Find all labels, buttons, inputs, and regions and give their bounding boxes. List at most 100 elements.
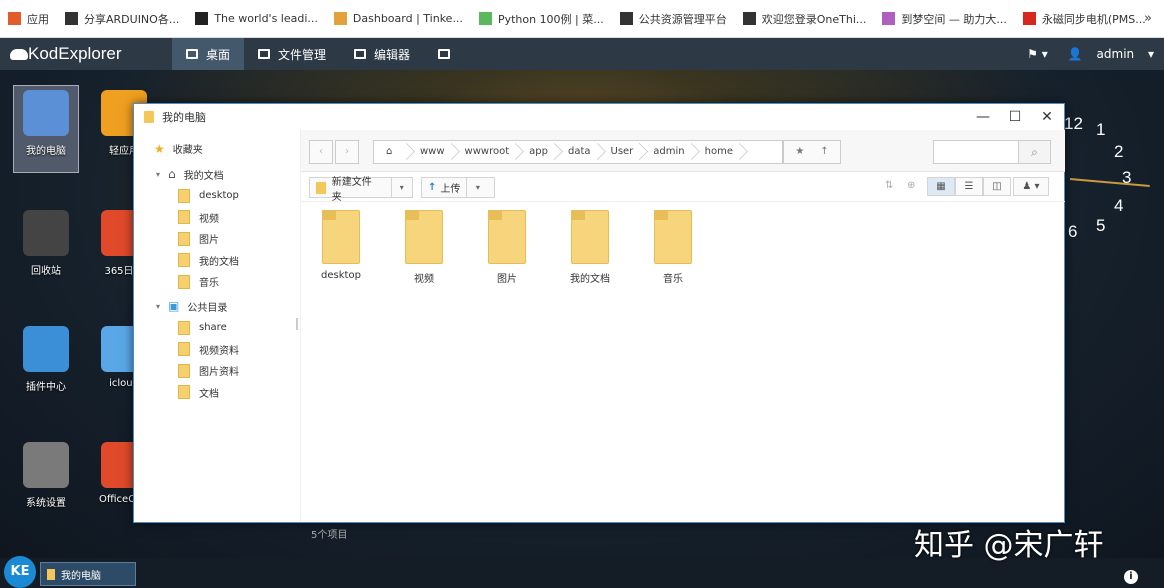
breadcrumb-item[interactable]: data [556, 141, 599, 163]
bookmark-item[interactable]: 永磁同步电机(PMS... [1022, 11, 1146, 27]
sidebar-item[interactable]: 音乐 [134, 271, 300, 293]
upload-button[interactable]: ↑ 上传 ▾ [421, 177, 495, 198]
back-button[interactable]: ‹ [309, 140, 333, 164]
chevron-down-icon[interactable]: ▾ [152, 302, 164, 311]
start-button[interactable]: KE [4, 556, 36, 588]
chevron-down-icon[interactable]: ▾ [466, 178, 488, 197]
breadcrumb-item[interactable]: wwwroot [453, 141, 518, 163]
address-bar: ‹ › ⌂ www wwwroot app data User admin home ★ ↑ … [301, 130, 1065, 172]
breadcrumb-item[interactable]: home [693, 141, 741, 163]
bookmark-label: 应用 [27, 12, 49, 26]
user-menu[interactable]: 👤 admin ▾ [1058, 47, 1164, 61]
bookmarks-overflow-button[interactable]: » [1144, 11, 1152, 26]
file-item[interactable]: 我的文档 [550, 210, 630, 285]
page-icon [742, 12, 756, 25]
search-box[interactable]: ⌕ [933, 140, 1051, 164]
sidebar-item[interactable]: 视频 [134, 207, 300, 229]
file-name: desktop [321, 270, 361, 281]
sidebar-item[interactable]: desktop [134, 185, 300, 207]
sidebar-item[interactable]: 图片 [134, 228, 300, 250]
sidebar-item[interactable]: share [134, 317, 300, 339]
folder-icon [654, 210, 692, 264]
sidebar-item[interactable]: 我的文档 [134, 250, 300, 272]
sidebar-item-label: 文档 [199, 388, 219, 400]
sort-icon[interactable]: ⇅ [885, 180, 893, 191]
breadcrumb-item[interactable]: app [517, 141, 556, 163]
file-item[interactable]: desktop [301, 210, 381, 281]
tab-file-manager[interactable]: 文件管理 [244, 38, 340, 70]
chevron-down-icon[interactable]: ▾ [390, 178, 412, 197]
desktop-icon-label: 我的电脑 [26, 146, 66, 157]
file-item[interactable]: 图片 [467, 210, 547, 285]
taskbar-item-my-computer[interactable]: 我的电脑 [40, 562, 136, 586]
desktop-icon[interactable]: 系统设置 [14, 438, 78, 524]
info-icon[interactable]: i [1124, 570, 1138, 584]
forward-button[interactable]: › [335, 140, 359, 164]
sidebar-item[interactable]: ▾ ⌂ 我的文档 [134, 164, 300, 186]
up-arrow-icon[interactable]: ↑ [820, 146, 828, 157]
chevron-down-icon[interactable]: ▾ [152, 170, 164, 179]
clock-number: 2 [1114, 142, 1124, 161]
maximize-button[interactable]: ☐ [1006, 108, 1024, 126]
github-icon [195, 12, 209, 25]
apps-grid-icon [8, 12, 21, 25]
sidebar-item[interactable]: ▾ ▣ 公共目录 [134, 296, 300, 318]
file-item[interactable]: 视频 [384, 210, 464, 285]
sidebar-item[interactable]: 图片资料 [134, 360, 300, 382]
minimize-button[interactable]: — [974, 108, 992, 126]
bookmark-item[interactable]: Dashboard | Tinke... [333, 12, 463, 25]
file-manager-window: 我的电脑 — ☐ ✕ ★ 收藏夹 ▾ ⌂ 我的文档 desktop 视频 图片 我的文档 音乐 ▾ ▣… [133, 103, 1065, 541]
home-icon[interactable]: ⌂ [374, 141, 408, 163]
folder-icon [178, 231, 190, 246]
folder-icon [316, 181, 326, 194]
sidebar-item-label: desktop [199, 190, 239, 202]
bookmark-label: 公共资源管理平台 [638, 12, 727, 26]
zoom-icon[interactable]: ⊕ [907, 180, 915, 191]
new-folder-label: 新建文件夹 [331, 176, 372, 203]
bookmark-item[interactable]: Python 100例 | 菜... [478, 11, 604, 27]
app-icon [23, 210, 69, 256]
bookmark-item[interactable]: 到梦空间 — 助力大... [882, 11, 1007, 27]
folder-icon [322, 210, 360, 264]
file-name: 音乐 [663, 274, 683, 285]
theme-menu-button[interactable]: ♟ ▾ [1013, 177, 1049, 196]
bookmark-label: 分享ARDUINO各... [84, 12, 180, 26]
folder-icon [47, 568, 55, 580]
bookmark-item[interactable]: The world's leadi... [195, 12, 318, 25]
clock-hand [1069, 178, 1150, 187]
file-item[interactable]: 音乐 [633, 210, 713, 285]
sidebar-item-label: 收藏夹 [172, 145, 203, 157]
splitter-handle[interactable] [296, 318, 298, 330]
runoob-icon [478, 12, 492, 25]
desktop-icon[interactable]: 我的电脑 [13, 85, 79, 173]
upload-icon: ↑ [428, 182, 437, 193]
sidebar-item[interactable]: 文档 [134, 382, 300, 404]
sidebar-item[interactable]: ★ 收藏夹 [134, 138, 300, 160]
window-titlebar[interactable]: 我的电脑 — ☐ ✕ [134, 104, 1064, 130]
tab-apps[interactable] [424, 38, 464, 70]
tab-file-manager-label: 文件管理 [278, 47, 327, 62]
desktop-icon[interactable]: 插件中心 [14, 322, 78, 408]
bookmark-item[interactable]: 欢迎您登录OneThi... [742, 11, 866, 27]
sidebar-item[interactable]: 视频资料 [134, 339, 300, 361]
app-logo[interactable]: KodExplorer [0, 44, 172, 64]
star-icon[interactable]: ★ [795, 146, 804, 157]
grid-view-button[interactable]: ▦ [927, 177, 955, 196]
new-folder-button[interactable]: 新建文件夹 ▾ [309, 177, 413, 203]
list-view-button[interactable]: ☰ [955, 177, 983, 196]
close-button[interactable]: ✕ [1038, 108, 1056, 126]
bookmark-item[interactable]: 应用 [8, 11, 49, 27]
bookmark-label: The world's leadi... [214, 12, 318, 25]
sidebar-item-label: 视频 [199, 213, 219, 225]
breadcrumb-item[interactable]: admin [641, 141, 692, 163]
search-icon[interactable]: ⌕ [1018, 141, 1050, 163]
flag-icon[interactable]: ⚑ ▾ [1017, 47, 1058, 61]
desktop-icon[interactable]: 回收站 [14, 206, 78, 292]
breadcrumb-item[interactable]: User [599, 141, 642, 163]
split-view-button[interactable]: ◫ [983, 177, 1011, 196]
tab-desktop[interactable]: 桌面 [172, 38, 245, 70]
tab-editor[interactable]: 编辑器 [340, 38, 424, 70]
bookmark-item[interactable]: 分享ARDUINO各... [65, 11, 179, 27]
breadcrumb-item[interactable]: www [408, 141, 453, 163]
bookmark-item[interactable]: 公共资源管理平台 [619, 11, 727, 27]
